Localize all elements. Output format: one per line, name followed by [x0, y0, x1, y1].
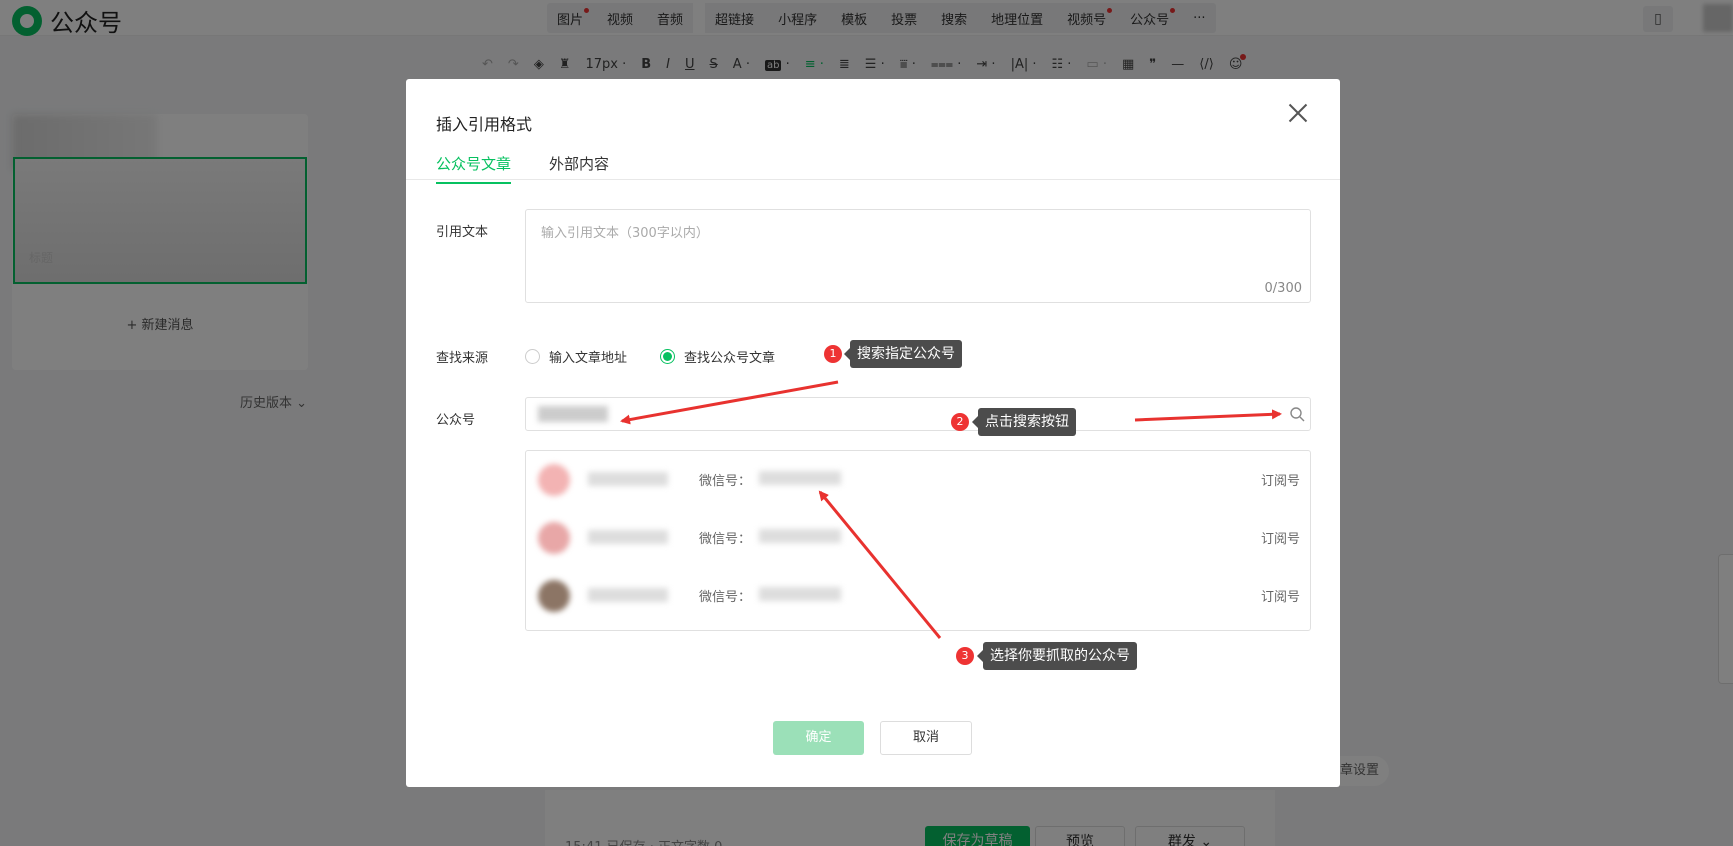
arrow-1 [620, 380, 839, 425]
annotation-number-1: 1 [824, 345, 842, 363]
annotation-number-2: 2 [951, 413, 969, 431]
annotation-arrows [620, 380, 1282, 639]
annotation-number-3: 3 [956, 647, 974, 665]
annotation-tooltip-1: 搜索指定公众号 [844, 340, 962, 368]
annotation-tooltip-2: 点击搜索按钮 [972, 408, 1076, 436]
annotation-tooltip-3: 选择你要抓取的公众号 [977, 642, 1137, 670]
arrow-3 [818, 490, 942, 639]
arrow-2 [1134, 409, 1282, 422]
